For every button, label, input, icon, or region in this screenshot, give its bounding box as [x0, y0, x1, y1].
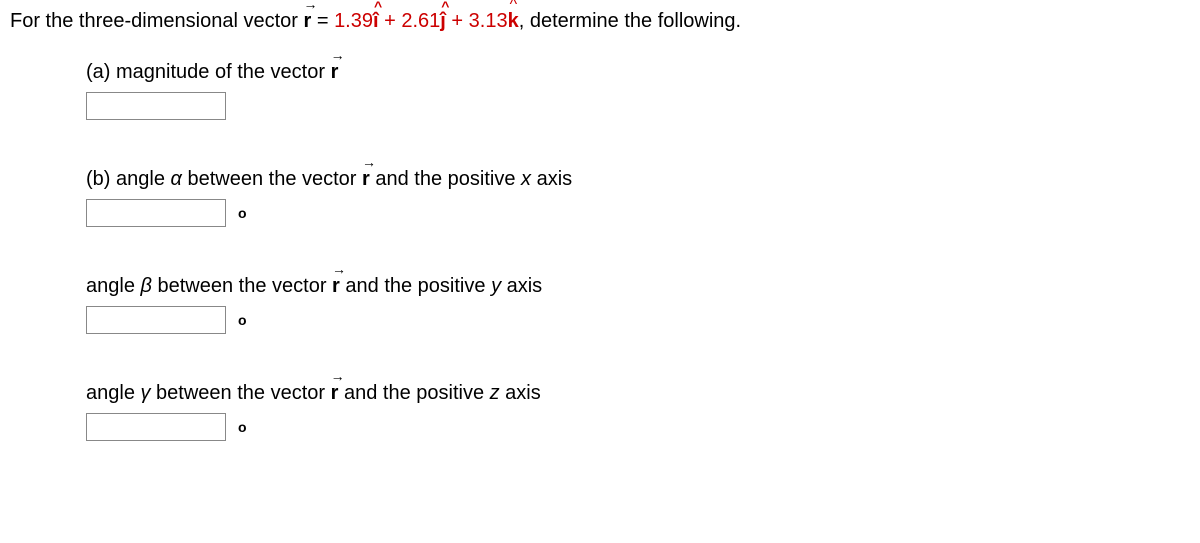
part-beta: angle β between the vector r and the pos… [86, 275, 1190, 334]
vector-r-symbol: r [332, 275, 340, 298]
part-gamma-mid: between the vector [151, 382, 331, 404]
part-gamma-end: axis [500, 382, 541, 404]
part-gamma-label: angle γ between the vector r and the pos… [86, 382, 1190, 405]
part-gamma-input[interactable] [86, 413, 226, 441]
part-b-prefix: (b) angle [86, 168, 171, 190]
vector-r-symbol: r [331, 382, 339, 405]
gamma-symbol: γ [141, 382, 151, 404]
part-gamma-suffix: and the positive [338, 382, 489, 404]
part-beta-suffix: and the positive [340, 275, 491, 297]
part-beta-end: axis [501, 275, 542, 297]
part-b-suffix: and the positive [370, 168, 521, 190]
part-b-alpha-input[interactable] [86, 199, 226, 227]
degree-unit: o [238, 419, 247, 435]
part-b-input-row: o [86, 199, 1190, 227]
part-beta-input-row: o [86, 306, 1190, 334]
vector-r-symbol: r [362, 168, 370, 191]
vector-r-symbol: r [331, 61, 339, 84]
part-a: (a) magnitude of the vector r [86, 61, 1190, 120]
part-b-mid: between the vector [182, 168, 362, 190]
degree-unit: o [238, 312, 247, 328]
axis-z: z [490, 382, 500, 404]
part-b-alpha: (b) angle α between the vector r and the… [86, 168, 1190, 227]
part-gamma: angle γ between the vector r and the pos… [86, 382, 1190, 441]
part-beta-mid: between the vector [152, 275, 332, 297]
intro-prefix: For the three-dimensional vector [10, 10, 303, 32]
intro-suffix: determine the following. [524, 10, 741, 32]
part-a-input[interactable] [86, 92, 226, 120]
coefficient-j: 2.61 [401, 10, 440, 32]
alpha-symbol: α [171, 168, 182, 190]
part-beta-label: angle β between the vector r and the pos… [86, 275, 1190, 298]
i-hat-symbol: î [373, 10, 379, 33]
equals: = [311, 10, 334, 32]
coefficient-i: 1.39 [334, 10, 373, 32]
part-gamma-prefix: angle [86, 382, 141, 404]
question-intro: For the three-dimensional vector r = 1.3… [10, 10, 1190, 33]
k-hat-symbol: k [508, 10, 519, 33]
part-a-label: (a) magnitude of the vector r [86, 61, 1190, 84]
axis-x: x [521, 168, 531, 190]
beta-symbol: β [141, 275, 152, 297]
part-a-prefix: (a) magnitude of the vector [86, 61, 331, 83]
part-a-input-row [86, 92, 1190, 120]
part-b-end: axis [531, 168, 572, 190]
j-hat-symbol: ĵ [440, 10, 446, 33]
degree-unit: o [238, 205, 247, 221]
coefficient-k: 3.13 [469, 10, 508, 32]
part-beta-prefix: angle [86, 275, 141, 297]
part-gamma-input-row: o [86, 413, 1190, 441]
part-b-label: (b) angle α between the vector r and the… [86, 168, 1190, 191]
axis-y: y [491, 275, 501, 297]
vector-r-symbol: r [303, 10, 311, 33]
part-beta-input[interactable] [86, 306, 226, 334]
